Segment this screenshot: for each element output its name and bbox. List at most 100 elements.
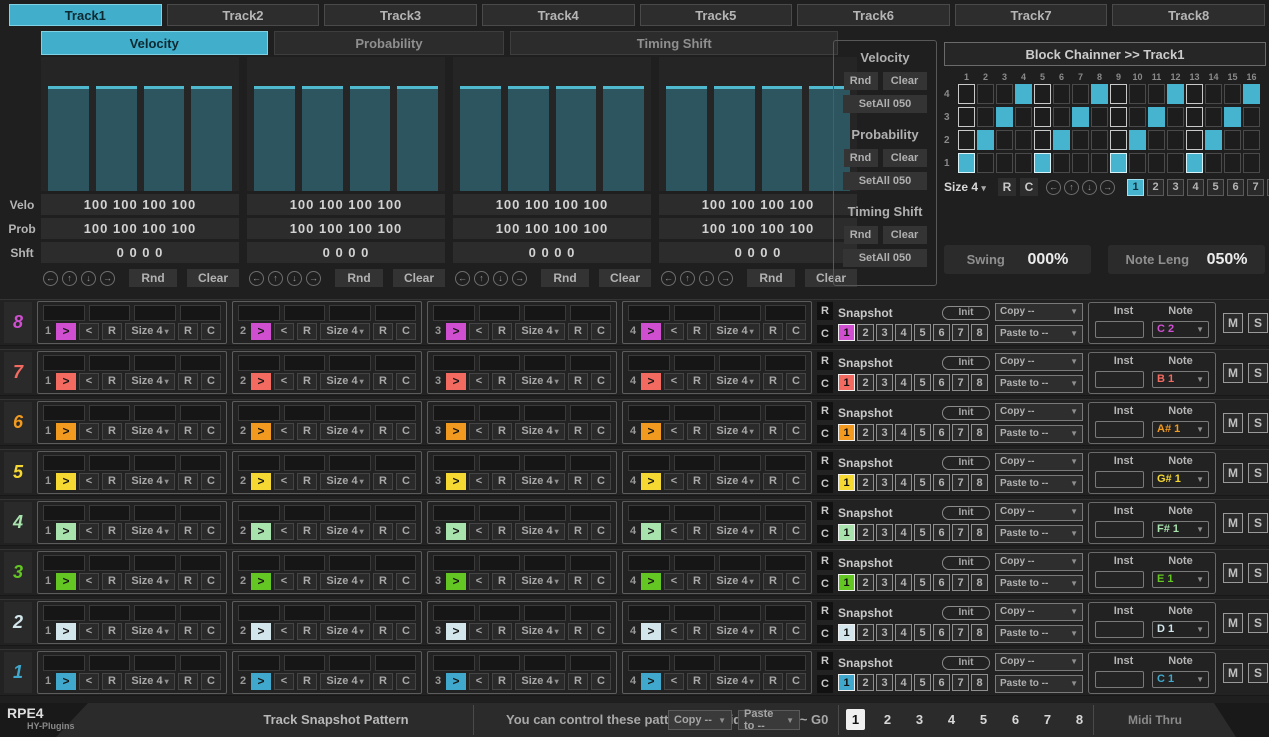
play-direction-backward-button[interactable]: < <box>274 573 294 590</box>
block-clear-button[interactable]: C <box>786 523 806 540</box>
chainner-cell[interactable] <box>977 153 994 173</box>
snapshot-slot-8[interactable]: 8 <box>971 674 988 691</box>
chainner-cell[interactable] <box>1224 107 1241 127</box>
chainner-cell[interactable] <box>1129 130 1146 150</box>
step-cell[interactable] <box>628 655 670 671</box>
velocity-bar[interactable] <box>96 86 137 191</box>
step-cell[interactable] <box>180 355 222 371</box>
chainner-cell[interactable] <box>958 153 975 173</box>
play-direction-forward-button[interactable]: > <box>641 673 661 690</box>
block-clear-button[interactable]: C <box>591 523 611 540</box>
midi-thru-button[interactable]: Midi Thru <box>1100 703 1210 737</box>
play-direction-backward-button[interactable]: < <box>664 573 684 590</box>
play-direction-backward-button[interactable]: < <box>79 673 99 690</box>
chainner-cell[interactable] <box>958 107 975 127</box>
play-direction-forward-button[interactable]: > <box>446 573 466 590</box>
step-cell[interactable] <box>134 455 176 471</box>
chainner-cell[interactable] <box>1053 84 1070 104</box>
probability-setall-button[interactable]: SetAll 050 <box>843 172 927 190</box>
step-cell[interactable] <box>719 655 761 671</box>
step-cell[interactable] <box>628 455 670 471</box>
snapshot-slot-1[interactable]: 1 <box>838 474 855 491</box>
block-clear-button[interactable]: C <box>786 573 806 590</box>
step-cell[interactable] <box>89 655 131 671</box>
snapshot-init-button[interactable]: Init <box>942 506 990 520</box>
mute-button[interactable]: M <box>1223 613 1243 633</box>
block-size-dropdown[interactable]: Size 4▾ <box>710 573 760 590</box>
block-randomize-button[interactable]: R <box>763 423 783 440</box>
step-cell[interactable] <box>89 505 131 521</box>
snapshot-slot-5[interactable]: 5 <box>914 624 931 641</box>
step-cell[interactable] <box>180 555 222 571</box>
step-cell[interactable] <box>524 405 566 421</box>
block-clear-button[interactable]: C <box>591 473 611 490</box>
snapshot-slot-4[interactable]: 4 <box>895 374 912 391</box>
chainner-cell[interactable] <box>1186 130 1203 150</box>
snapshot-copy-dropdown[interactable]: Copy --▼ <box>995 353 1083 371</box>
chainner-cell[interactable] <box>1224 130 1241 150</box>
snapshot-slot-8[interactable]: 8 <box>971 474 988 491</box>
snapshot-slot-2[interactable]: 2 <box>857 574 874 591</box>
chainner-cell[interactable] <box>1110 153 1127 173</box>
group-clear-button[interactable]: Clear <box>187 269 239 287</box>
snapshot-paste-dropdown[interactable]: Paste to --▼ <box>995 675 1083 693</box>
step-cell[interactable] <box>433 305 475 321</box>
step-cell[interactable] <box>628 355 670 371</box>
snapshot-slot-4[interactable]: 4 <box>895 624 912 641</box>
block-random-direction-button[interactable]: R <box>297 673 317 690</box>
chainner-cell[interactable] <box>1167 130 1184 150</box>
chainner-cell[interactable] <box>1243 130 1260 150</box>
block-random-direction-button[interactable]: R <box>102 323 122 340</box>
step-cell[interactable] <box>719 555 761 571</box>
step-cell[interactable] <box>284 355 326 371</box>
row-randomize-button[interactable]: R <box>817 352 833 370</box>
shift-left-button[interactable]: ← <box>661 271 676 286</box>
play-direction-forward-button[interactable]: > <box>446 623 466 640</box>
snapshot-slot-6[interactable]: 6 <box>933 424 950 441</box>
step-cell[interactable] <box>719 505 761 521</box>
track-tab-track2[interactable]: Track2 <box>167 4 320 26</box>
chainner-cell[interactable] <box>1034 107 1051 127</box>
inst-input[interactable] <box>1095 621 1144 638</box>
step-cell[interactable] <box>479 405 521 421</box>
step-cell[interactable] <box>674 405 716 421</box>
step-cell[interactable] <box>765 455 807 471</box>
block-random-direction-button[interactable]: R <box>492 623 512 640</box>
block-size-dropdown[interactable]: Size 4▾ <box>515 373 565 390</box>
step-cell[interactable] <box>134 305 176 321</box>
snapshot-slot-6[interactable]: 6 <box>933 374 950 391</box>
timing-shift-rnd-button[interactable]: Rnd <box>844 226 878 244</box>
snapshot-slot-1[interactable]: 1 <box>838 674 855 691</box>
shift-left-button[interactable]: ← <box>43 271 58 286</box>
block-size-dropdown[interactable]: Size 4▾ <box>125 623 175 640</box>
snapshot-slot-7[interactable]: 7 <box>952 624 969 641</box>
block-randomize-button[interactable]: R <box>568 623 588 640</box>
step-cell[interactable] <box>134 655 176 671</box>
step-cell[interactable] <box>284 655 326 671</box>
block-randomize-button[interactable]: R <box>178 573 198 590</box>
play-direction-forward-button[interactable]: > <box>641 573 661 590</box>
snapshot-slot-8[interactable]: 8 <box>971 374 988 391</box>
snapshot-slot-3[interactable]: 3 <box>876 474 893 491</box>
play-direction-backward-button[interactable]: < <box>664 623 684 640</box>
play-direction-backward-button[interactable]: < <box>79 323 99 340</box>
step-cell[interactable] <box>134 405 176 421</box>
chainner-clear-button[interactable]: C <box>1020 178 1038 196</box>
snapshot-slot-5[interactable]: 5 <box>914 424 931 441</box>
snapshot-slot-4[interactable]: 4 <box>895 574 912 591</box>
block-clear-button[interactable]: C <box>396 423 416 440</box>
snapshot-slot-7[interactable]: 7 <box>952 474 969 491</box>
row-randomize-button[interactable]: R <box>817 652 833 670</box>
chainner-cell[interactable] <box>1205 107 1222 127</box>
step-cell[interactable] <box>238 455 280 471</box>
mute-button[interactable]: M <box>1223 363 1243 383</box>
step-cell[interactable] <box>238 655 280 671</box>
snapshot-slot-7[interactable]: 7 <box>952 574 969 591</box>
row-clear-button[interactable]: C <box>817 325 833 343</box>
chainner-cell[interactable] <box>977 107 994 127</box>
step-cell[interactable] <box>238 405 280 421</box>
param-tab-timing-shift[interactable]: Timing Shift <box>510 31 838 55</box>
footer-page-8[interactable]: 8 <box>1070 709 1089 730</box>
snapshot-slot-4[interactable]: 4 <box>895 474 912 491</box>
chainner-cell[interactable] <box>1129 107 1146 127</box>
